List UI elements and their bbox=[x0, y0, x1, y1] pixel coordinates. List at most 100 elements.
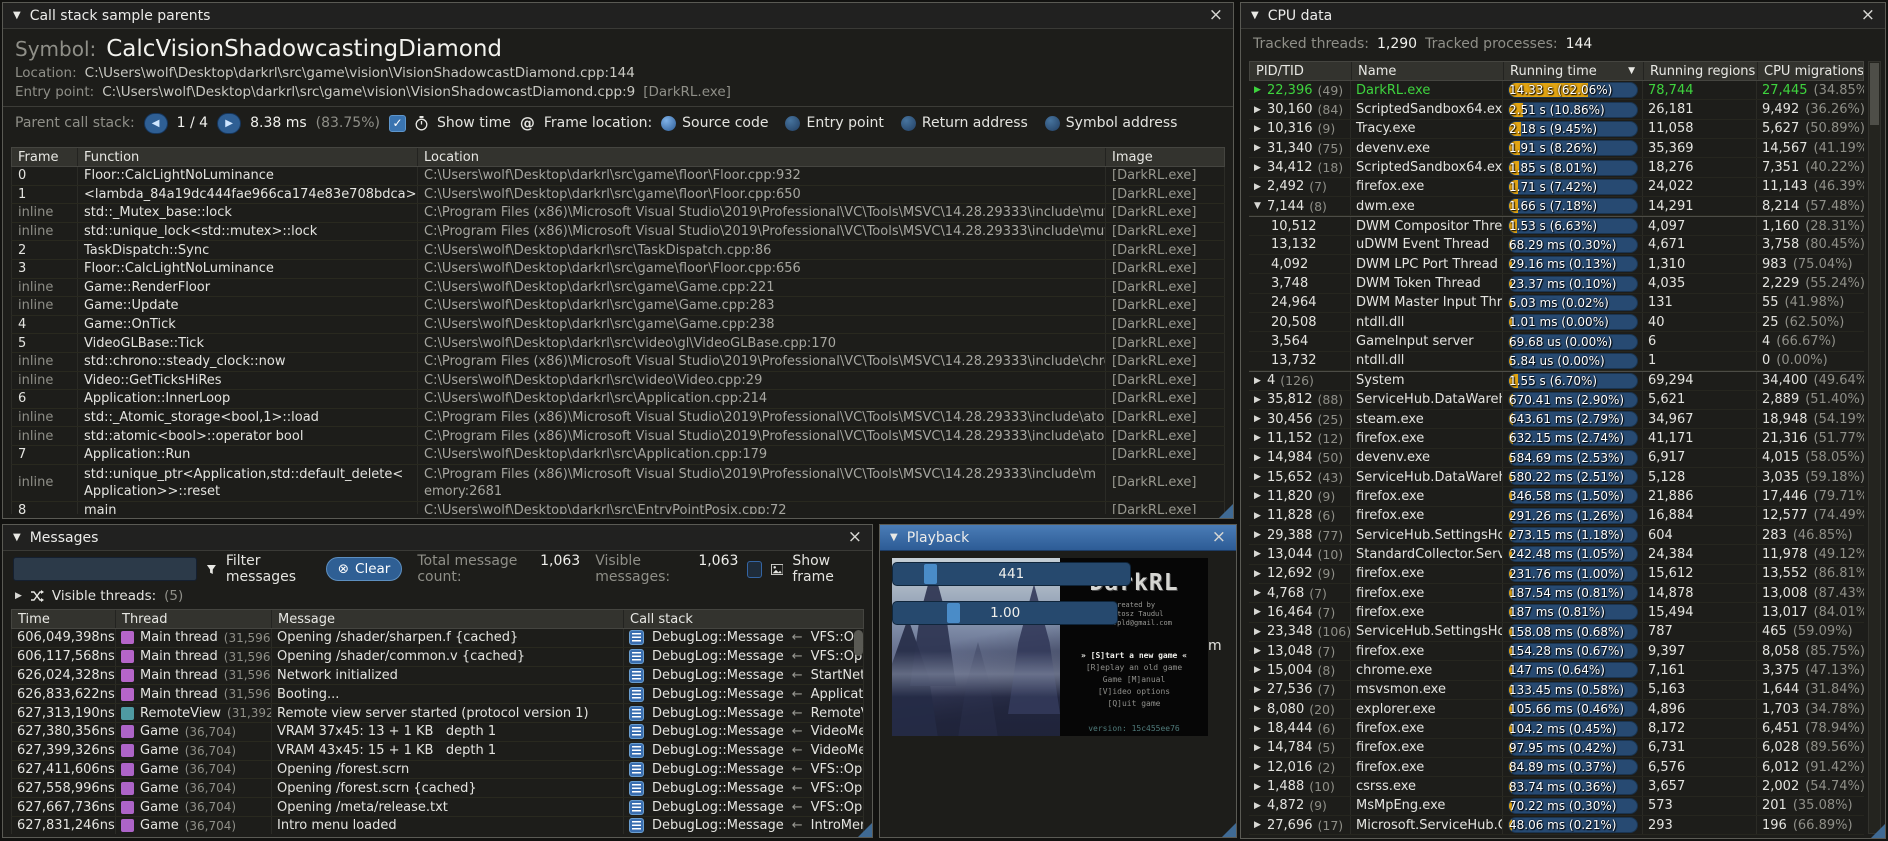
collapse-icon[interactable]: ▼ bbox=[1251, 10, 1259, 21]
cpu-thread-row[interactable]: 13,732ntdll.dll5.84 us (0.00%)10(0.00%) bbox=[1249, 352, 1864, 371]
expand-icon[interactable]: ▶ bbox=[15, 591, 22, 601]
frame-location-radio-source-code[interactable]: Source code bbox=[661, 115, 768, 131]
close-icon[interactable]: × bbox=[1209, 7, 1223, 24]
show-time-checkbox[interactable]: ✓ bbox=[389, 115, 406, 132]
message-row[interactable]: 627,380,356nsGame(36,704)VRAM 37x45: 13 … bbox=[11, 723, 864, 742]
resize-grip[interactable] bbox=[858, 823, 872, 837]
callstack-frame-row[interactable]: inlineGame::RenderFloorC:\Users\wolf\Des… bbox=[11, 279, 1225, 298]
callstack-frame-row[interactable]: 0Floor::CalcLightNoLuminanceC:\Users\wol… bbox=[11, 167, 1225, 186]
cpu-process-row[interactable]: ▶14,984(50)devenv.exe584.69 ms (2.53%)6,… bbox=[1249, 449, 1864, 468]
callstack-icon[interactable] bbox=[629, 818, 644, 833]
expander-icon[interactable]: ▶ bbox=[1254, 588, 1267, 598]
cpu-process-row[interactable]: ▶35,812(88)ServiceHub.DataWarehou670.41 … bbox=[1249, 391, 1864, 410]
column-header-cpu-migrations[interactable]: CPU migrations bbox=[1758, 62, 1863, 80]
cpu-scrollbar-thumb[interactable] bbox=[1870, 63, 1879, 125]
callstack-icon[interactable] bbox=[629, 649, 644, 664]
callstack-frame-row[interactable]: inlinestd::atomic<bool>::operator boolC:… bbox=[11, 427, 1225, 446]
expander-icon[interactable]: ▶ bbox=[1254, 163, 1267, 173]
cpu-thread-row[interactable]: 24,964DWM Master Input Thread5.03 ms (0.… bbox=[1249, 294, 1864, 313]
cpu-process-row[interactable]: ▶13,048(7)firefox.exe154.28 ms (0.67%)9,… bbox=[1249, 642, 1864, 661]
message-row[interactable]: 627,558,996nsGame(36,704)Opening /forest… bbox=[11, 779, 864, 798]
callstack-icon[interactable] bbox=[629, 687, 644, 702]
cpu-process-row[interactable]: ▶18,444(6)firefox.exe104.2 ms (0.45%)8,1… bbox=[1249, 719, 1864, 738]
message-callstack[interactable]: DebugLog::Message←VFS::Open bbox=[624, 761, 863, 779]
cpu-process-row[interactable]: ▶15,004(8)chrome.exe147 ms (0.64%)7,1613… bbox=[1249, 661, 1864, 680]
expander-icon[interactable]: ▶ bbox=[1254, 530, 1267, 540]
callstack-frame-row[interactable]: 4Game::OnTickC:\Users\wolf\Desktop\darkr… bbox=[11, 316, 1225, 335]
expander-icon[interactable]: ▶ bbox=[1254, 704, 1267, 714]
playback-speed-slider[interactable]: 1.00 bbox=[892, 601, 1118, 625]
callstack-frame-row[interactable]: 7Application::RunC:\Users\wolf\Desktop\d… bbox=[11, 446, 1225, 465]
clear-button[interactable]: ⊗ Clear bbox=[326, 557, 403, 581]
cpu-process-row[interactable]: ▶12,016(2)firefox.exe84.89 ms (0.37%)6,5… bbox=[1249, 758, 1864, 777]
frame-location-radio-symbol-address[interactable]: Symbol address bbox=[1045, 115, 1178, 131]
message-row[interactable]: 627,831,246nsGame(36,704)Intro menu load… bbox=[11, 817, 864, 834]
expander-icon[interactable]: ▶ bbox=[1254, 607, 1267, 617]
cpu-process-row[interactable]: ▶11,152(12)firefox.exe632.15 ms (2.74%)4… bbox=[1249, 429, 1864, 448]
column-header-running-regions[interactable]: Running regions bbox=[1644, 62, 1758, 80]
callstack-frame-row[interactable]: 2TaskDispatch::SyncC:\Users\wolf\Desktop… bbox=[11, 241, 1225, 260]
close-icon[interactable]: × bbox=[1861, 7, 1875, 24]
expander-icon[interactable]: ▶ bbox=[1254, 762, 1267, 772]
message-row[interactable]: 627,411,606nsGame(36,704)Opening /forest… bbox=[11, 761, 864, 780]
callstack-icon[interactable] bbox=[629, 781, 644, 796]
callstack-icon[interactable] bbox=[629, 743, 644, 758]
expander-icon[interactable]: ▶ bbox=[1254, 85, 1267, 95]
next-callstack-button[interactable]: ▶ bbox=[217, 113, 241, 134]
cpu-scrollbar[interactable] bbox=[1868, 61, 1881, 834]
filter-input[interactable] bbox=[13, 557, 197, 581]
cpu-thread-row[interactable]: 13,132uDWM Event Thread68.29 ms (0.30%)4… bbox=[1249, 236, 1864, 255]
callstack-icon[interactable] bbox=[629, 762, 644, 777]
expander-icon[interactable]: ▶ bbox=[1254, 646, 1267, 656]
cpu-process-row[interactable]: ▶29,388(77)ServiceHub.SettingsHost273.15… bbox=[1249, 526, 1864, 545]
expander-icon[interactable]: ▶ bbox=[1254, 395, 1267, 405]
expander-icon[interactable]: ▶ bbox=[1254, 453, 1267, 463]
message-callstack[interactable]: DebugLog::Message←VideoMemo bbox=[624, 723, 863, 741]
expander-icon[interactable]: ▶ bbox=[1254, 105, 1267, 115]
cpu-process-row[interactable]: ▶23,348(106)ServiceHub.SettingsHost158.0… bbox=[1249, 623, 1864, 642]
callstack-frame-row[interactable]: inlinestd::unique_ptr<Application,std::d… bbox=[11, 465, 1225, 502]
cpu-thread-row[interactable]: 3,748DWM Token Thread23.37 ms (0.10%)4,0… bbox=[1249, 274, 1864, 293]
cpu-process-row[interactable]: ▶4(126)System1.55 s (6.70%)69,29434,400(… bbox=[1249, 371, 1864, 390]
resize-grip[interactable] bbox=[1871, 824, 1885, 838]
cpu-process-row[interactable]: ▶16,464(7)firefox.exe187 ms (0.81%)15,49… bbox=[1249, 603, 1864, 622]
callstack-frame-row[interactable]: inlineGame::UpdateC:\Users\wolf\Desktop\… bbox=[11, 297, 1225, 316]
callstack-frame-row[interactable]: 8mainC:\Users\wolf\Desktop\darkrl\src\En… bbox=[11, 502, 1225, 515]
message-callstack[interactable]: DebugLog::Message←StartNetwo bbox=[624, 667, 863, 685]
cpu-process-row[interactable]: ▶12,692(9)firefox.exe231.76 ms (1.00%)15… bbox=[1249, 565, 1864, 584]
callstack-icon[interactable] bbox=[629, 668, 644, 683]
cpu-process-row[interactable]: ▶31,340(75)devenv.exe1.91 s (8.26%)35,36… bbox=[1249, 139, 1864, 158]
expander-icon[interactable]: ▶ bbox=[1254, 685, 1267, 695]
expander-icon[interactable]: ▶ bbox=[1254, 182, 1267, 192]
expander-icon[interactable]: ▶ bbox=[1254, 743, 1267, 753]
expander-icon[interactable]: ▶ bbox=[1254, 820, 1267, 830]
cpu-thread-row[interactable]: 10,512DWM Compositor Thread1.53 s (6.63%… bbox=[1249, 216, 1864, 235]
callstack-frame-row[interactable]: inlinestd::_Atomic_storage<bool,1>::load… bbox=[11, 409, 1225, 428]
expander-icon[interactable]: ▶ bbox=[1254, 665, 1267, 675]
expander-icon[interactable]: ▶ bbox=[1254, 801, 1267, 811]
cpu-process-row[interactable]: ▶13,044(10)StandardCollector.Servic242.4… bbox=[1249, 545, 1864, 564]
message-callstack[interactable]: DebugLog::Message←VFS::Open bbox=[624, 629, 863, 647]
callstack-icon[interactable] bbox=[629, 706, 644, 721]
expander-icon[interactable]: ▶ bbox=[1254, 569, 1267, 579]
expander-icon[interactable]: ▶ bbox=[1254, 433, 1267, 443]
resize-grip[interactable] bbox=[1222, 823, 1236, 837]
message-row[interactable]: 606,117,568nsMain thread(31,596)Opening … bbox=[11, 648, 864, 667]
callstack-frame-row[interactable]: 6Application::InnerLoopC:\Users\wolf\Des… bbox=[11, 390, 1225, 409]
prev-callstack-button[interactable]: ◀ bbox=[144, 113, 168, 134]
cpu-process-row[interactable]: ▼7,144(8)dwm.exe1.66 s (7.18%)14,2918,21… bbox=[1249, 197, 1864, 216]
expander-icon[interactable]: ▶ bbox=[1254, 491, 1267, 501]
cpu-process-row[interactable]: ▶4,872(9)MsMpEng.exe70.22 ms (0.30%)5732… bbox=[1249, 797, 1864, 816]
message-callstack[interactable]: DebugLog::Message←IntroMenu:: bbox=[624, 817, 863, 834]
cpu-process-row[interactable]: ▶1,488(10)csrss.exe83.74 ms (0.36%)3,657… bbox=[1249, 777, 1864, 796]
column-header-name[interactable]: Name bbox=[1352, 62, 1504, 80]
message-callstack[interactable]: DebugLog::Message←Application: bbox=[624, 685, 863, 703]
frame-location-radio-entry-point[interactable]: Entry point bbox=[785, 115, 883, 131]
expander-icon[interactable]: ▶ bbox=[1254, 376, 1267, 386]
cpu-process-row[interactable]: ▶11,820(9)firefox.exe346.58 ms (1.50%)21… bbox=[1249, 487, 1864, 506]
expander-icon[interactable]: ▶ bbox=[1254, 414, 1267, 424]
callstack-frame-row[interactable]: 1<lambda_84a19dc444fae966ca174e83e708bdc… bbox=[11, 186, 1225, 205]
expander-icon[interactable]: ▶ bbox=[1254, 124, 1267, 134]
cpu-process-row[interactable]: ▶30,456(25)steam.exe643.61 ms (2.79%)34,… bbox=[1249, 410, 1864, 429]
column-header-running-time[interactable]: Running time ▼ bbox=[1504, 62, 1644, 80]
